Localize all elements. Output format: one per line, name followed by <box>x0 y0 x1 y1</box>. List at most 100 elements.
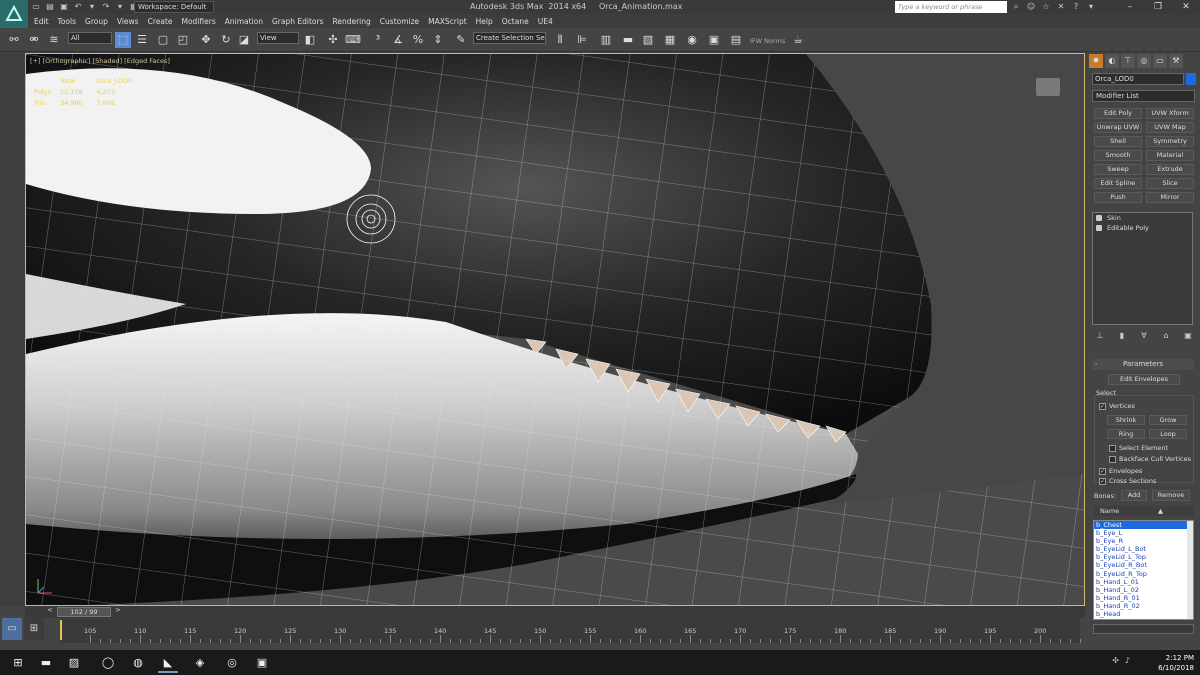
sort-up-icon[interactable]: ▲ <box>1158 506 1163 516</box>
menu-group[interactable]: Group <box>85 17 117 26</box>
selection-filter-select[interactable]: All <box>68 32 112 44</box>
envelopes-checkbox[interactable]: ✓ Envelopes <box>1099 467 1142 475</box>
remove-modifier-icon[interactable]: ⌂ <box>1160 331 1172 342</box>
list-item[interactable]: b_Head <box>1094 610 1193 618</box>
pivot-center-icon[interactable]: ◧ <box>302 32 318 48</box>
star-icon[interactable]: ☆ <box>1040 1 1052 12</box>
modifier-button[interactable]: Material <box>1146 150 1194 161</box>
modify-tab-icon[interactable]: ◐ <box>1105 54 1119 68</box>
bone-filter-field[interactable] <box>1093 624 1194 634</box>
time-slider[interactable]: < 102 / 99 > <box>25 606 1085 618</box>
modifier-button[interactable]: Symmetry <box>1146 136 1194 147</box>
clock[interactable]: 2:12 PM 6/10/2018 <box>1158 653 1194 673</box>
named-selection-select[interactable]: Create Selection Se <box>473 32 546 44</box>
modifier-button[interactable]: Sweep <box>1094 164 1142 175</box>
utilities-tab-icon[interactable]: ⚒ <box>1169 54 1183 68</box>
ring-button[interactable]: Ring <box>1107 429 1145 439</box>
close-icon[interactable]: ✕ <box>1172 0 1200 14</box>
chrome-icon[interactable]: ◍ <box>128 653 148 673</box>
list-item[interactable]: b_Hand_L_01 <box>1094 578 1193 586</box>
make-unique-icon[interactable]: ∀ <box>1138 331 1150 342</box>
modifier-button[interactable]: UVW Xform <box>1146 108 1194 119</box>
vertices-checkbox[interactable]: ✓ Vertices <box>1099 402 1135 410</box>
edit-envelopes-button[interactable]: Edit Envelopes <box>1108 374 1180 385</box>
remove-bone-button[interactable]: Remove <box>1152 490 1190 501</box>
tray-network-icon[interactable]: ✣ <box>1112 656 1119 665</box>
menu-rendering[interactable]: Rendering <box>332 17 379 26</box>
list-item[interactable]: b_EyeLid_R_Bot <box>1094 561 1193 569</box>
list-item[interactable]: b_EyeLid_R_Top <box>1094 570 1193 578</box>
cross-sections-checkbox[interactable]: ✓ Cross Sections <box>1099 477 1156 485</box>
lightbulb-icon[interactable] <box>1096 215 1102 221</box>
bone-list[interactable]: b_Chest b_Eye_L b_Eye_R b_EyeLid_L_Bot b… <box>1093 520 1194 620</box>
display-tab-icon[interactable]: ▭ <box>1153 54 1167 68</box>
select-element-checkbox[interactable]: Select Element <box>1109 444 1168 452</box>
timeline-ruler[interactable]: 105 110 115 120 125 130 135 140 145 150 155 160 165 1… <box>60 618 1081 643</box>
window-crossing-icon[interactable]: ◰ <box>175 32 191 48</box>
modifier-button[interactable]: Extrude <box>1146 164 1194 175</box>
list-item[interactable]: b_Chest <box>1094 521 1193 530</box>
stack-item-skin[interactable]: Skin <box>1093 213 1192 223</box>
unreal-engine-icon[interactable]: ◎ <box>222 653 242 673</box>
pin-stack-icon[interactable]: ⊥ <box>1094 331 1106 342</box>
curve-editor-icon[interactable]: ▧ <box>640 32 656 48</box>
rendered-frame-icon[interactable]: ▤ <box>728 32 744 48</box>
mirror-icon[interactable]: ⫴ <box>552 32 568 48</box>
undo-dropdown-icon[interactable]: ▾ <box>86 1 98 12</box>
list-item[interactable]: b_Eye_R <box>1094 537 1193 545</box>
oculus-icon[interactable]: ◯ <box>98 653 118 673</box>
select-object-icon[interactable]: ⬚ <box>115 32 131 48</box>
windows-start-icon[interactable]: ⊞ <box>8 653 28 673</box>
percent-snap-icon[interactable]: % <box>410 32 426 48</box>
menu-graph-editors[interactable]: Graph Editors <box>272 17 333 26</box>
hierarchy-tab-icon[interactable]: ⊤ <box>1121 54 1135 68</box>
maximize-icon[interactable]: ❐ <box>1144 0 1172 14</box>
list-item[interactable]: b_Eye_L <box>1094 529 1193 537</box>
bone-name-header[interactable]: Name ▲ <box>1094 506 1194 516</box>
configure-sets-icon[interactable]: ▣ <box>1182 331 1194 342</box>
menu-modifiers[interactable]: Modifiers <box>182 17 225 26</box>
modifier-button[interactable]: Edit Poly <box>1094 108 1142 119</box>
link-icon[interactable]: ⚯ <box>6 32 22 48</box>
notes-app-icon[interactable]: ◈ <box>190 653 210 673</box>
stack-item-editable-poly[interactable]: Editable Poly <box>1093 223 1192 233</box>
shrink-button[interactable]: Shrink <box>1107 415 1145 425</box>
render-setup-icon[interactable]: ▣ <box>706 32 722 48</box>
show-end-result-icon[interactable]: ▮ <box>1116 331 1128 342</box>
minimize-icon[interactable]: – <box>1116 0 1144 14</box>
modifier-button[interactable]: Edit Spline <box>1094 178 1142 189</box>
mini-curve-editor-icon[interactable]: ▭ <box>2 618 22 640</box>
modifier-list-select[interactable]: Modifier List <box>1092 90 1195 102</box>
schematic-view-icon[interactable]: ▦ <box>662 32 678 48</box>
spinner-snap-icon[interactable]: ⇕ <box>430 32 446 48</box>
perspective-viewport[interactable]: [+] [Orthographic] [Shaded] [Edged Faces… <box>25 53 1085 606</box>
open-track-view-icon[interactable]: ⊞ <box>24 618 44 640</box>
modifier-button[interactable]: Push <box>1094 192 1142 203</box>
menu-customize[interactable]: Customize <box>380 17 428 26</box>
teapot-render-icon[interactable]: ☕ <box>790 32 806 48</box>
exchange-icon[interactable]: ✕ <box>1055 1 1067 12</box>
menu-octane[interactable]: Octane <box>502 17 538 26</box>
open-file-icon[interactable]: ▤ <box>44 1 56 12</box>
help-dropdown-icon[interactable]: ▾ <box>1085 1 1097 12</box>
photoshop-icon[interactable]: ▣ <box>252 653 272 673</box>
rotate-icon[interactable]: ↻ <box>218 32 234 48</box>
tray-sound-icon[interactable]: ♪ <box>1125 656 1130 665</box>
list-item[interactable]: b_EyeLid_L_Bot <box>1094 545 1193 553</box>
menu-help[interactable]: Help <box>476 17 502 26</box>
angle-snap-icon[interactable]: ∡ <box>390 32 406 48</box>
rect-selection-icon[interactable]: ▢ <box>155 32 171 48</box>
bone-list-scrollbar[interactable] <box>1187 521 1193 619</box>
time-slider-next-icon[interactable]: > <box>115 606 121 614</box>
app-logo-icon[interactable] <box>0 0 28 28</box>
loop-button[interactable]: Loop <box>1149 429 1187 439</box>
menu-tools[interactable]: Tools <box>58 17 85 26</box>
file-explorer-icon[interactable]: ▬ <box>36 653 56 673</box>
workspace-select[interactable]: Workspace: Default <box>134 1 214 13</box>
ifw-norms-label[interactable]: IFW Norms <box>750 37 785 45</box>
help-icon[interactable]: ? <box>1070 1 1082 12</box>
undo-icon[interactable]: ↶ <box>72 1 84 12</box>
edit-named-sets-icon[interactable]: ✎ <box>453 32 469 48</box>
unlink-icon[interactable]: ⚮ <box>26 32 42 48</box>
modifier-button[interactable]: Mirror <box>1146 192 1194 203</box>
